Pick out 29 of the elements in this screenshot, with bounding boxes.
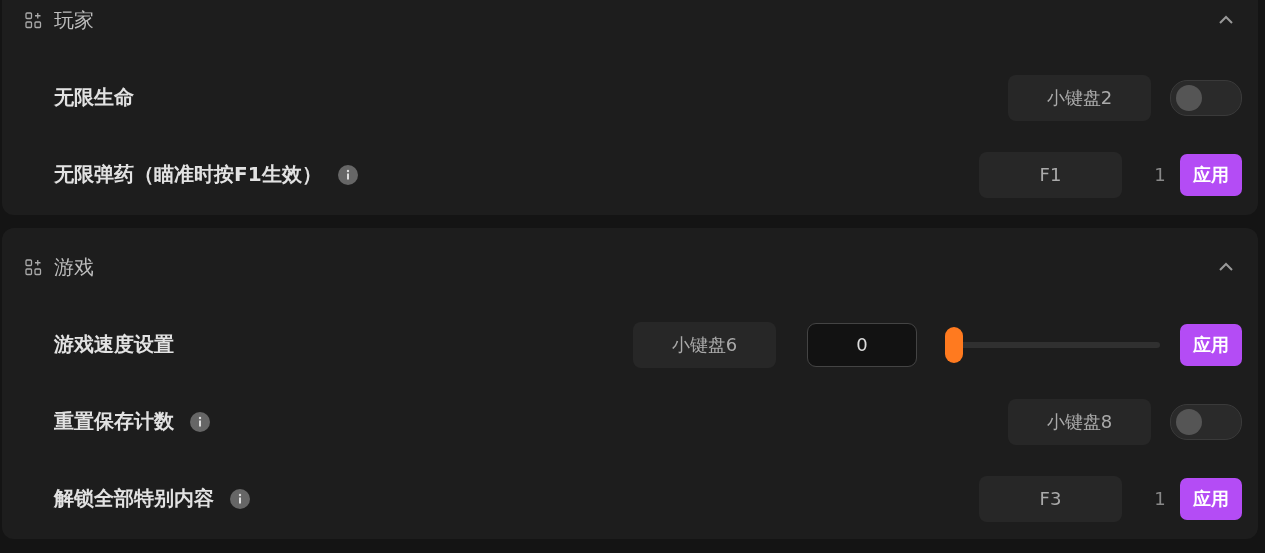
hotkey-button[interactable]: 小键盘6 (633, 321, 776, 368)
option-label: 重置保存计数 (54, 408, 174, 435)
toggle-switch[interactable] (1170, 403, 1242, 440)
slider-thumb[interactable] (945, 326, 963, 363)
slider[interactable] (945, 326, 1160, 363)
apply-button[interactable]: 应用 (1180, 477, 1242, 520)
section-title: 游戏 (54, 253, 94, 281)
number-input[interactable]: 0 (807, 322, 917, 367)
hotkey-button[interactable]: 小键盘8 (1008, 398, 1151, 445)
option-label: 无限生命 (54, 84, 134, 111)
chevron-up-icon[interactable] (1218, 262, 1234, 272)
toggle-switch[interactable] (1170, 79, 1242, 116)
section-title: 玩家 (54, 6, 94, 34)
apply-button[interactable]: 应用 (1180, 323, 1242, 366)
info-icon[interactable] (337, 164, 358, 185)
hotkey-button[interactable]: 小键盘2 (1008, 74, 1151, 121)
count-text: 1 (1153, 488, 1167, 509)
option-label: 游戏速度设置 (54, 331, 174, 358)
apply-button[interactable]: 应用 (1180, 153, 1242, 196)
apps-icon (25, 11, 42, 29)
option-label: 解锁全部特别内容 (54, 485, 214, 512)
hotkey-button[interactable]: F3 (979, 475, 1122, 522)
option-label: 无限弹药（瞄准时按F1生效） (54, 161, 322, 188)
hotkey-button[interactable]: F1 (979, 151, 1122, 198)
chevron-up-icon[interactable] (1218, 15, 1234, 25)
count-text: 1 (1153, 164, 1167, 185)
apps-icon (25, 258, 42, 276)
info-icon[interactable] (190, 411, 210, 432)
info-icon[interactable] (230, 488, 250, 509)
